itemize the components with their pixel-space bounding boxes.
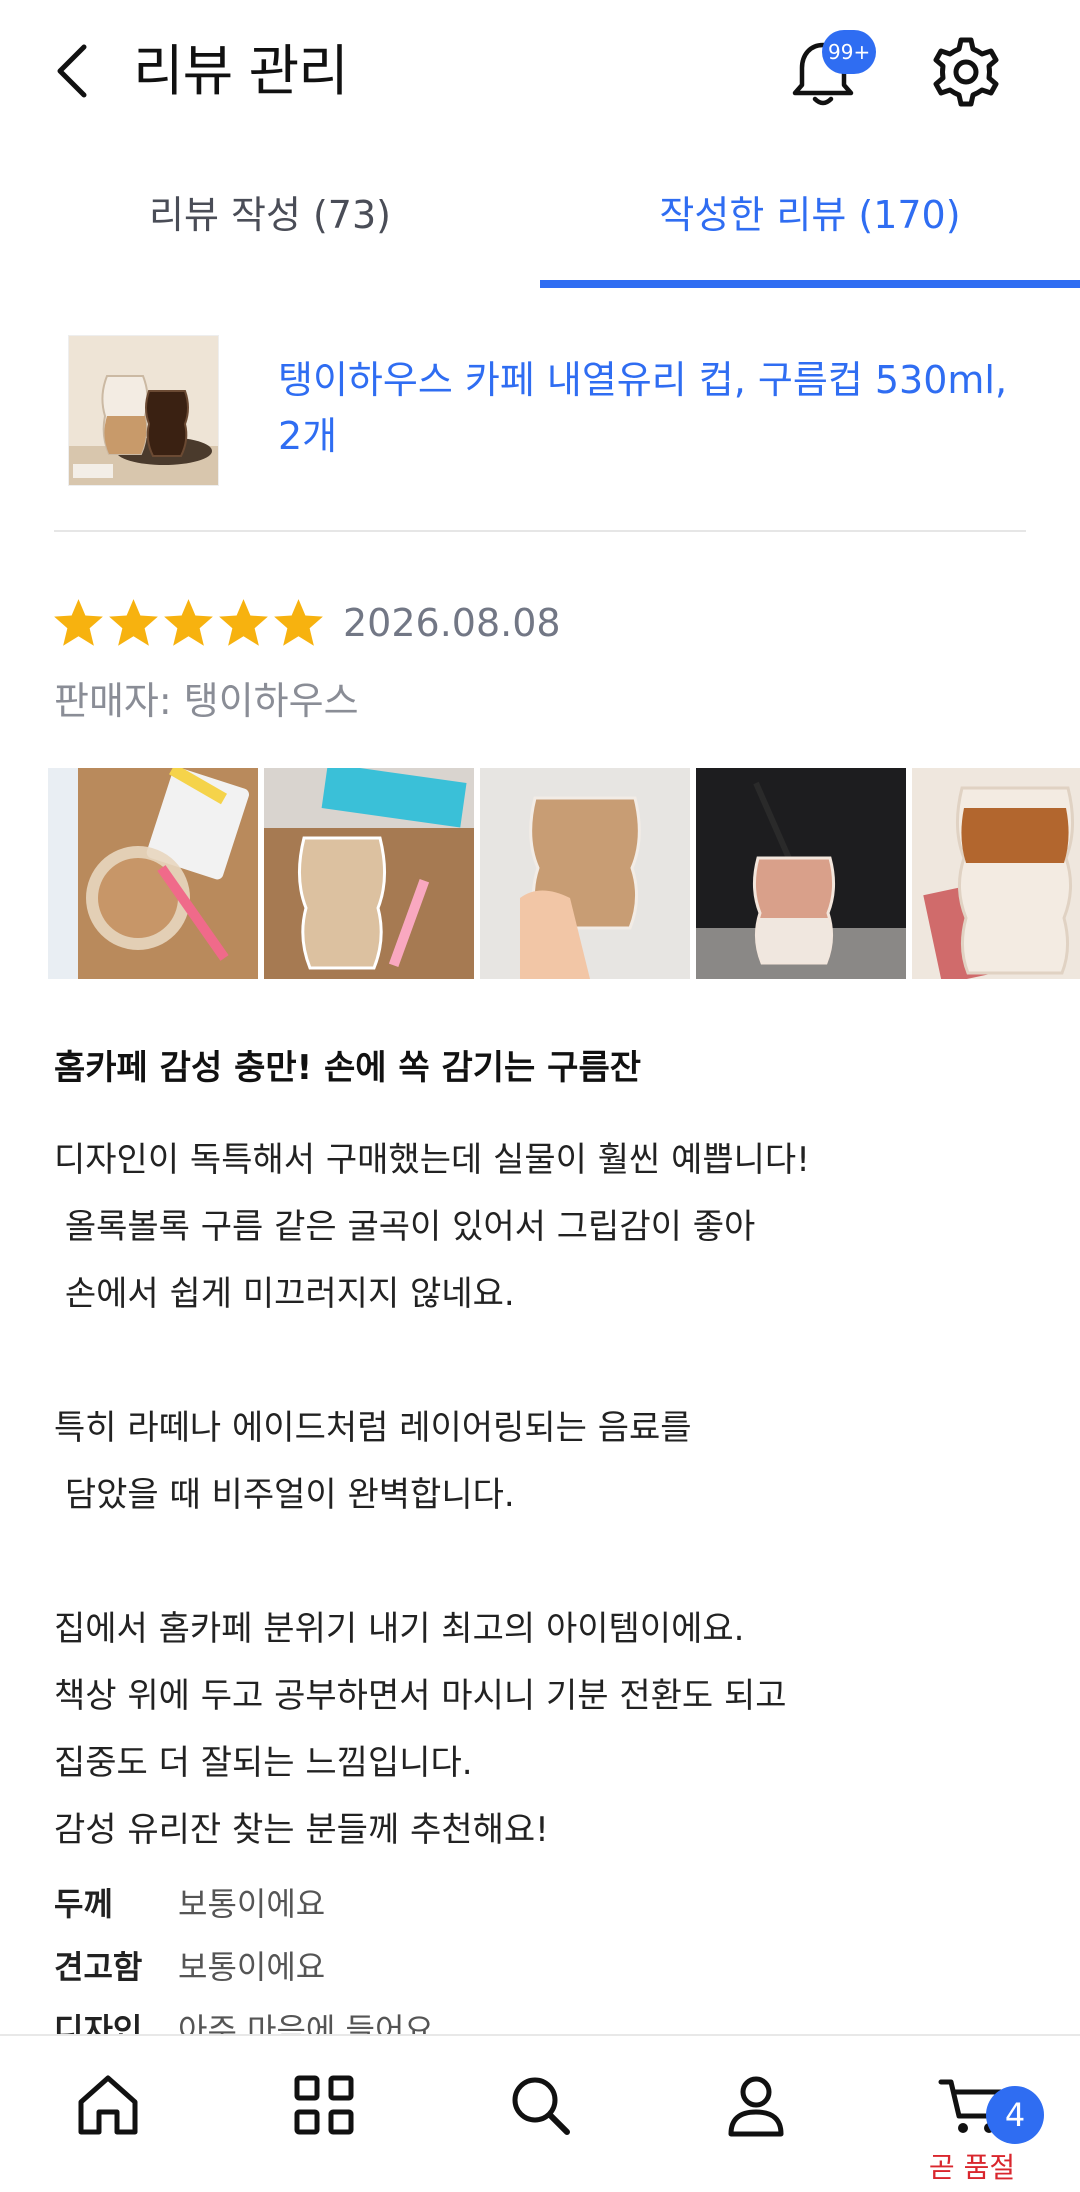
rating-row: 2026.08.08 [52,590,561,656]
chevron-left-icon [57,44,87,98]
review-photo-strip[interactable] [48,768,1080,979]
cart-soldout-label: 곧 품절 [928,2151,1016,2184]
profile-icon [728,2076,784,2137]
star-icon [54,598,103,646]
active-tab-indicator [540,280,1080,288]
seller-name: 판매자: 탱이하우스 [54,679,359,723]
gear-icon [933,37,999,107]
product-name-link[interactable]: 탱이하우스 카페 내열유리 컵, 구름컵 530ml, 2개 [278,352,1038,464]
star-icon [274,598,323,646]
tab-write-review[interactable]: 리뷰 작성 (73) [0,175,540,288]
review-photo[interactable] [696,768,906,979]
tab-written-reviews[interactable]: 작성한 리뷰 (170) [540,175,1080,288]
review-photo[interactable] [264,768,474,979]
review-photo[interactable] [48,768,258,979]
search-icon [512,2077,570,2135]
nav-home[interactable] [0,2036,216,2192]
star-icon [109,598,158,646]
nav-my-page[interactable] [648,2036,864,2192]
review-tabs: 리뷰 작성 (73) 작성한 리뷰 (170) [0,175,1080,288]
page-title: 리뷰 관리 [133,39,349,103]
star-icon [219,598,268,646]
attribute-value: 보통이에요 [178,1884,326,1923]
back-button[interactable] [42,36,102,106]
attribute-row: 두께 보통이에요 [54,1870,1044,1933]
review-body: 디자인이 독특해서 구매했는데 실물이 훨씬 예쁩니다! 올록볼록 구름 같은 … [54,1140,810,1850]
product-row[interactable]: 탱이하우스 카페 내열유리 컵, 구름컵 530ml, 2개 [0,330,1080,530]
app-header: 리뷰 관리 99+ [0,0,1080,150]
attribute-value: 보통이에요 [178,1947,326,1986]
review-attributes: 두께 보통이에요 견고함 보통이에요 디자인 아주 마음에 들어요 [54,1870,1044,2059]
attribute-key: 견고함 [54,1947,143,1986]
nav-search[interactable] [432,2036,648,2192]
attribute-row: 견고함 보통이에요 [54,1933,1044,1996]
star-rating [52,597,325,650]
notification-badge: 99+ [822,30,877,74]
review-title: 홈카페 감성 충만! 손에 쏙 감기는 구름잔 [54,1048,642,1088]
attribute-key: 두께 [54,1884,113,1923]
settings-button[interactable] [926,32,1006,112]
review-date: 2026.08.08 [343,601,561,645]
star-icon [164,598,213,646]
nav-categories[interactable] [216,2036,432,2192]
divider [54,530,1026,532]
cart-count-badge: 4 [986,2086,1044,2144]
review-photo[interactable] [912,768,1080,979]
product-thumbnail[interactable] [68,335,219,486]
review-photo[interactable] [480,768,690,979]
home-icon [78,2075,138,2135]
category-grid-icon [294,2075,354,2135]
bottom-navigation: 4 곧 품절 [0,2034,1080,2192]
